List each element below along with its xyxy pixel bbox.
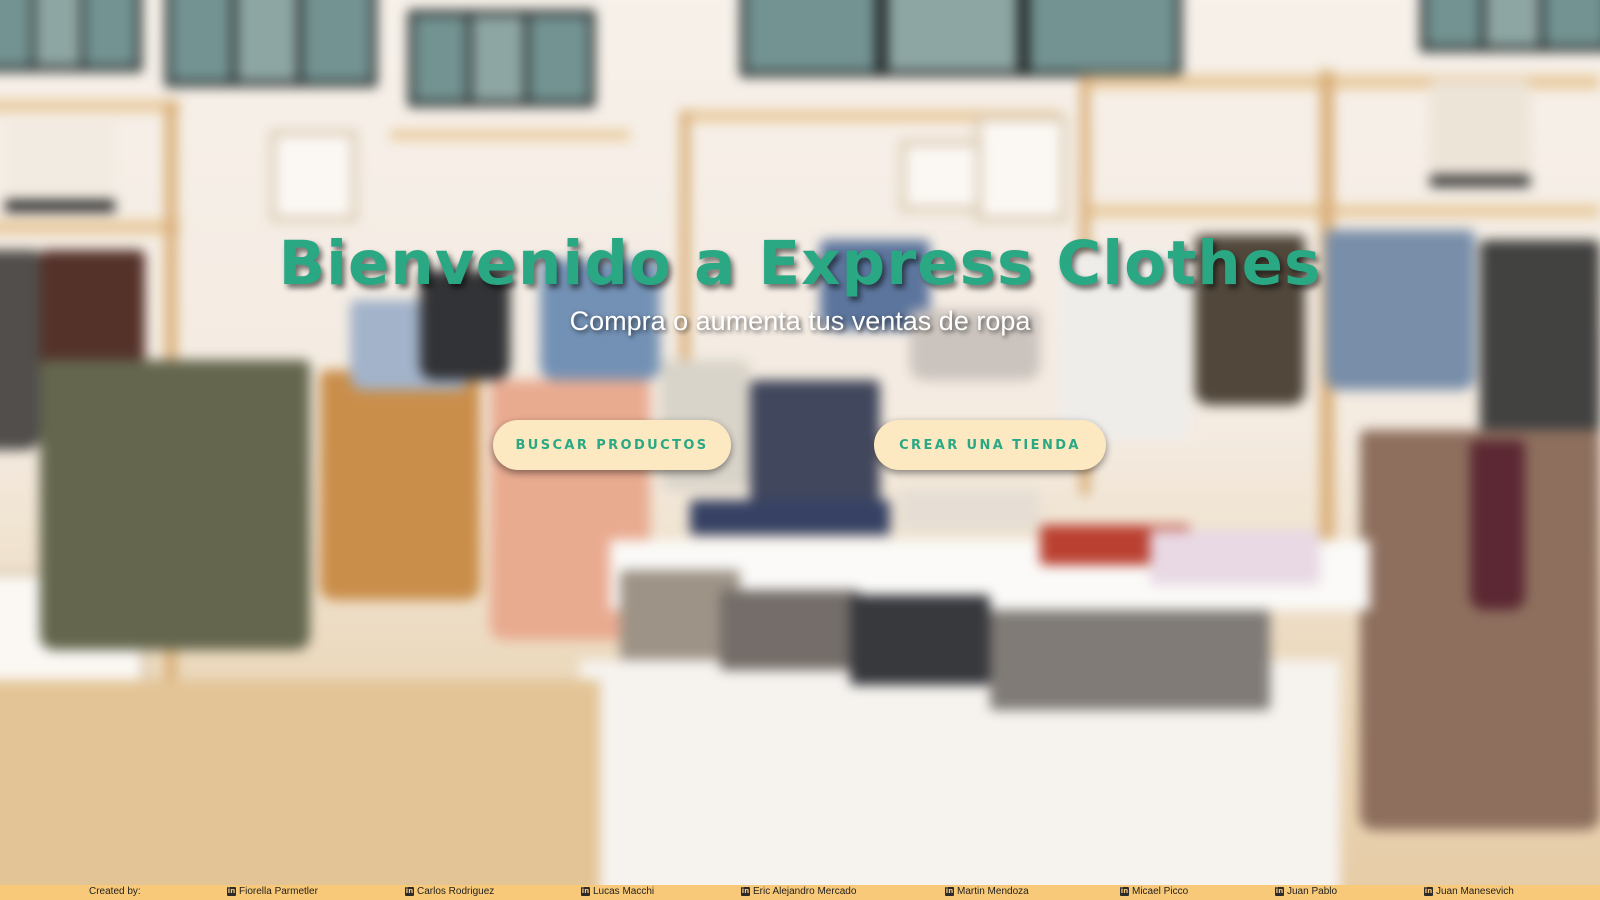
linkedin-icon: in bbox=[1275, 887, 1284, 896]
author-link-juan-manesevich[interactable]: in Juan Manesevich bbox=[1424, 886, 1514, 897]
hero-subtitle: Compra o aumenta tus ventas de ropa bbox=[569, 306, 1031, 336]
linkedin-icon: in bbox=[581, 887, 590, 896]
create-store-button[interactable]: CREAR UNA TIENDA bbox=[874, 420, 1106, 470]
linkedin-icon: in bbox=[227, 887, 236, 896]
linkedin-icon: in bbox=[1120, 887, 1129, 896]
author-link-fiorella-parmetler[interactable]: in Fiorella Parmetler bbox=[227, 886, 318, 897]
created-by-label: Created by: bbox=[89, 886, 141, 897]
author-name: Eric Alejandro Mercado bbox=[753, 886, 857, 897]
linkedin-icon: in bbox=[945, 887, 954, 896]
author-name: Fiorella Parmetler bbox=[239, 886, 318, 897]
linkedin-icon: in bbox=[741, 887, 750, 896]
author-name: Juan Pablo bbox=[1287, 886, 1338, 897]
author-name: Carlos Rodriguez bbox=[417, 886, 495, 897]
background-overlay bbox=[0, 0, 1600, 900]
author-link-carlos-rodriguez[interactable]: in Carlos Rodriguez bbox=[405, 886, 494, 897]
search-products-button[interactable]: BUSCAR PRODUCTOS bbox=[493, 420, 731, 470]
author-link-juan-pablo[interactable]: in Juan Pablo bbox=[1275, 886, 1337, 897]
author-link-micael-picco[interactable]: in Micael Picco bbox=[1120, 886, 1188, 897]
landing-page: Bienvenido a Express Clothes Compra o au… bbox=[0, 0, 1600, 900]
create-store-button-label: CREAR UNA TIENDA bbox=[899, 437, 1081, 453]
linkedin-icon: in bbox=[405, 887, 414, 896]
author-name: Martin Mendoza bbox=[957, 886, 1029, 897]
hero-section: Bienvenido a Express Clothes Compra o au… bbox=[0, 226, 1600, 337]
author-name: Lucas Macchi bbox=[593, 886, 655, 897]
author-link-eric-alejandro-mercado[interactable]: in Eric Alejandro Mercado bbox=[741, 886, 856, 897]
hero-title: Bienvenido a Express Clothes bbox=[278, 228, 1322, 299]
author-link-martin-mendoza[interactable]: in Martin Mendoza bbox=[945, 886, 1029, 897]
author-name: Micael Picco bbox=[1132, 886, 1189, 897]
credits-footer: Created by: in Fiorella Parmetler in Car… bbox=[0, 885, 1600, 900]
author-link-lucas-macchi[interactable]: in Lucas Macchi bbox=[581, 886, 654, 897]
linkedin-icon: in bbox=[1424, 887, 1433, 896]
search-products-button-label: BUSCAR PRODUCTOS bbox=[515, 437, 709, 453]
author-name: Juan Manesevich bbox=[1436, 886, 1514, 897]
